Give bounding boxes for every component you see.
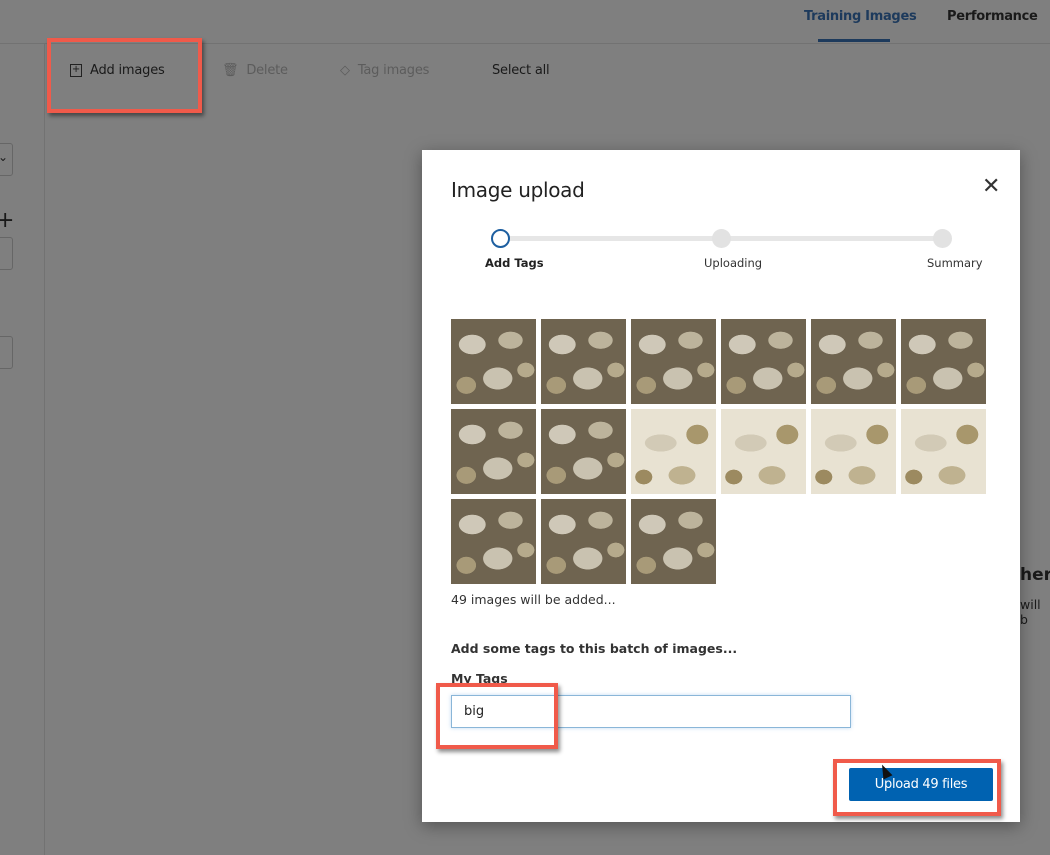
select-all-button[interactable]: Select all [492,63,550,78]
sidebar-input[interactable] [0,237,13,270]
trash-icon: 🗑︎ [222,63,239,78]
active-tab-indicator [818,39,890,42]
sidebar-input-2[interactable] [0,336,13,369]
sidebar-divider [44,44,45,855]
empty-state-text: will b [1020,597,1041,627]
step-label-uploading: Uploading [704,256,763,270]
image-thumbnail [451,409,536,494]
image-count-text: 49 images will be added... [451,592,616,607]
image-thumbnail [631,319,716,404]
sidebar-dropdown[interactable]: ⌄ [0,143,13,176]
image-thumbnail [721,409,806,494]
image-thumbnail [541,499,626,584]
step-label-add-tags: Add Tags [485,256,544,270]
empty-state-heading: here [1020,565,1050,585]
image-thumbnail [721,319,806,404]
image-thumbnail [631,499,716,584]
tag-images-label: Tag images [357,63,430,78]
image-thumbnail [451,319,536,404]
tag-images-button[interactable]: ◇ Tag images [340,63,429,78]
image-thumbnail [451,499,536,584]
dialog-title: Image upload [451,178,585,202]
image-thumbnail [811,409,896,494]
thumbnail-grid [451,319,991,584]
tag-icon: ◇ [340,63,350,78]
chevron-down-icon: ⌄ [0,150,9,164]
step-dot-uploading [712,229,731,248]
image-thumbnail [901,319,986,404]
delete-button[interactable]: 🗑︎ Delete [222,63,288,78]
close-icon[interactable]: ✕ [982,176,1000,198]
add-icon[interactable]: + [0,210,14,232]
step-label-summary: Summary [927,256,983,270]
image-thumbnail [541,319,626,404]
highlight-box [436,683,558,749]
highlight-box [47,38,202,113]
image-thumbnail [901,409,986,494]
image-thumbnail [811,319,896,404]
image-thumbnail [631,409,716,494]
delete-label: Delete [246,63,288,78]
tags-prompt: Add some tags to this batch of images... [451,641,738,656]
highlight-box [833,759,1001,816]
step-dot-summary [933,229,952,248]
image-thumbnail [541,409,626,494]
step-dot-add-tags [491,229,510,248]
tab-training-images[interactable]: Training Images [804,9,917,24]
tab-performance[interactable]: Performance [947,9,1038,24]
